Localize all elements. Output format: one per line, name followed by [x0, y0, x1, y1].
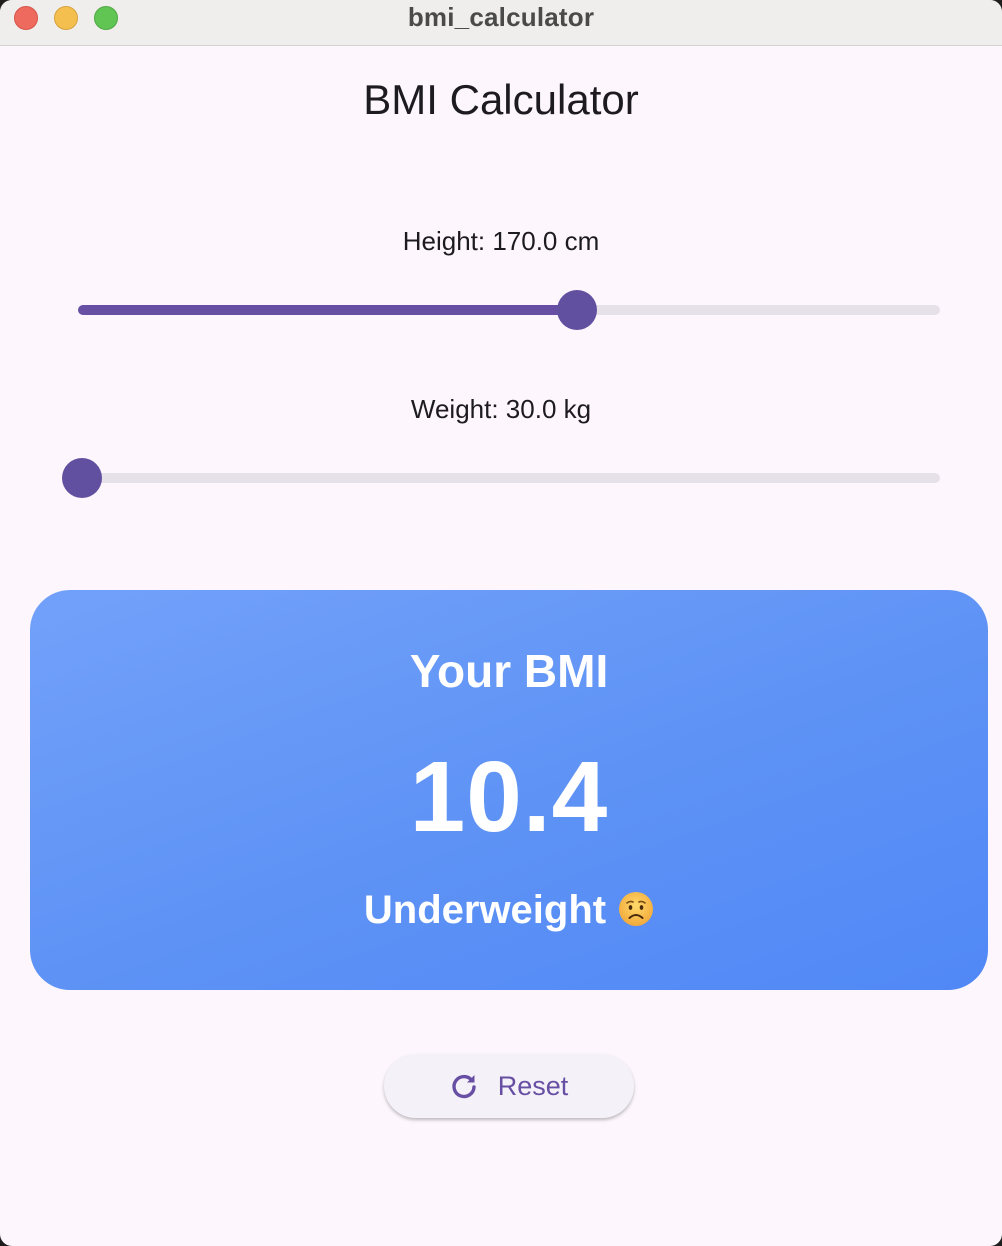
height-label: Height: 170.0 cm [402, 226, 600, 256]
bmi-heading: Your BMI [409, 645, 609, 697]
reset-button-label: Reset [497, 1070, 569, 1101]
bmi-value: 10.4 [409, 741, 609, 853]
weight-label: Weight: 30.0 kg [410, 394, 592, 424]
height-slider-thumb[interactable] [557, 290, 598, 330]
weight-slider-track[interactable] [78, 473, 940, 483]
weight-slider-thumb[interactable] [62, 458, 102, 498]
worried-face-icon [619, 892, 654, 926]
app-window: bmi_calculator BMI Calculator Height: 17… [0, 0, 1002, 1246]
bmi-category: Underweight [363, 888, 607, 932]
bmi-result-card: Your BMI 10.4 Underweight [30, 590, 988, 990]
window-title: bmi_calculator [407, 2, 595, 32]
title-bar: bmi_calculator [0, 0, 1002, 46]
reset-button[interactable]: Reset [384, 1054, 634, 1118]
page-title: BMI Calculator [363, 76, 639, 123]
bmi-category-row: Underweight [30, 888, 988, 933]
height-slider-active-track [78, 305, 578, 315]
height-slider-track[interactable] [78, 305, 940, 315]
refresh-icon [452, 1074, 476, 1099]
